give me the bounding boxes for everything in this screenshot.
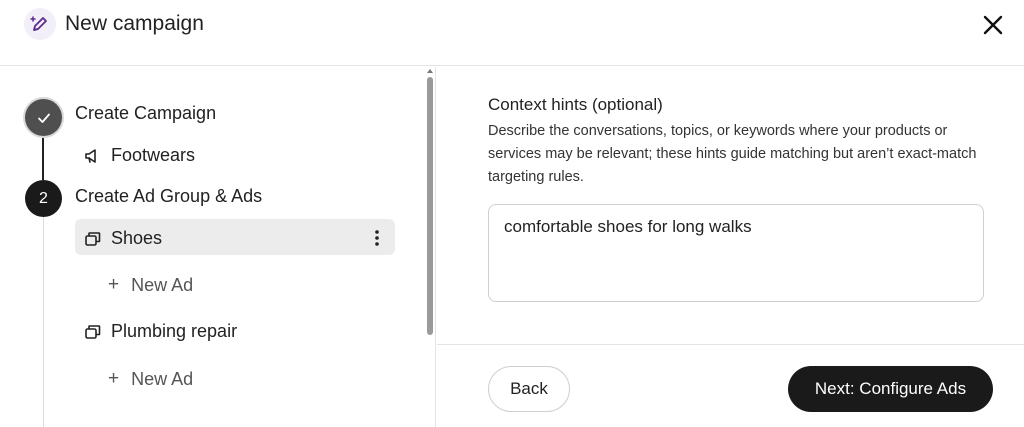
dialog-header: New campaign xyxy=(0,0,1024,66)
step-2-label[interactable]: Create Ad Group & Ads xyxy=(75,186,262,207)
plus-icon: + xyxy=(108,274,120,295)
tree-item-ad-group-plumbing-label: Plumbing repair xyxy=(111,321,238,341)
step-1-check-icon xyxy=(25,99,62,136)
new-ad-button-plumbing[interactable]: + New Ad xyxy=(108,368,193,390)
step-connector xyxy=(42,137,44,180)
megaphone-icon xyxy=(84,147,102,165)
context-hints-input[interactable]: comfortable shoes for long walks xyxy=(488,204,984,302)
close-icon xyxy=(983,15,1003,35)
ad-group-icon xyxy=(84,323,102,341)
scrollbar-thumb[interactable] xyxy=(427,77,433,335)
ad-group-icon xyxy=(84,230,102,248)
new-ad-label: New Ad xyxy=(131,274,194,295)
step-connector-pending xyxy=(43,217,44,427)
form-panel: Context hints (optional) Describe the co… xyxy=(437,67,1024,427)
new-ad-button-shoes[interactable]: + New Ad xyxy=(108,274,193,296)
tree-item-ad-group-plumbing[interactable]: Plumbing repair xyxy=(84,321,237,342)
tree-item-ad-group-shoes-label: Shoes xyxy=(111,228,163,248)
context-hints-description: Describe the conversations, topics, or k… xyxy=(488,123,977,185)
step-2-indicator: 2 xyxy=(25,180,62,217)
tree-item-campaign[interactable]: Footwears xyxy=(84,145,195,166)
scrollbar[interactable] xyxy=(425,67,435,427)
kebab-icon xyxy=(375,230,379,246)
more-options-button[interactable] xyxy=(366,227,388,249)
step-1-label[interactable]: Create Campaign xyxy=(75,103,216,124)
context-hints-label: Context hints (optional) xyxy=(488,95,663,114)
back-button[interactable]: Back xyxy=(488,366,570,412)
steps-panel: Create Campaign Footwears 2 Create Ad Gr… xyxy=(0,67,436,427)
scroll-up-arrow-icon[interactable] xyxy=(427,69,433,73)
dialog-title: New campaign xyxy=(65,12,204,35)
next-configure-ads-button[interactable]: Next: Configure Ads xyxy=(788,366,993,412)
tree-item-ad-group-shoes[interactable]: Shoes xyxy=(84,228,162,249)
close-button[interactable] xyxy=(978,10,1008,40)
tree-item-campaign-label: Footwears xyxy=(111,145,196,165)
new-ad-label: New Ad xyxy=(131,368,194,389)
footer-divider xyxy=(437,344,1024,345)
pencil-sparkle-icon xyxy=(24,8,56,40)
plus-icon: + xyxy=(108,368,120,389)
